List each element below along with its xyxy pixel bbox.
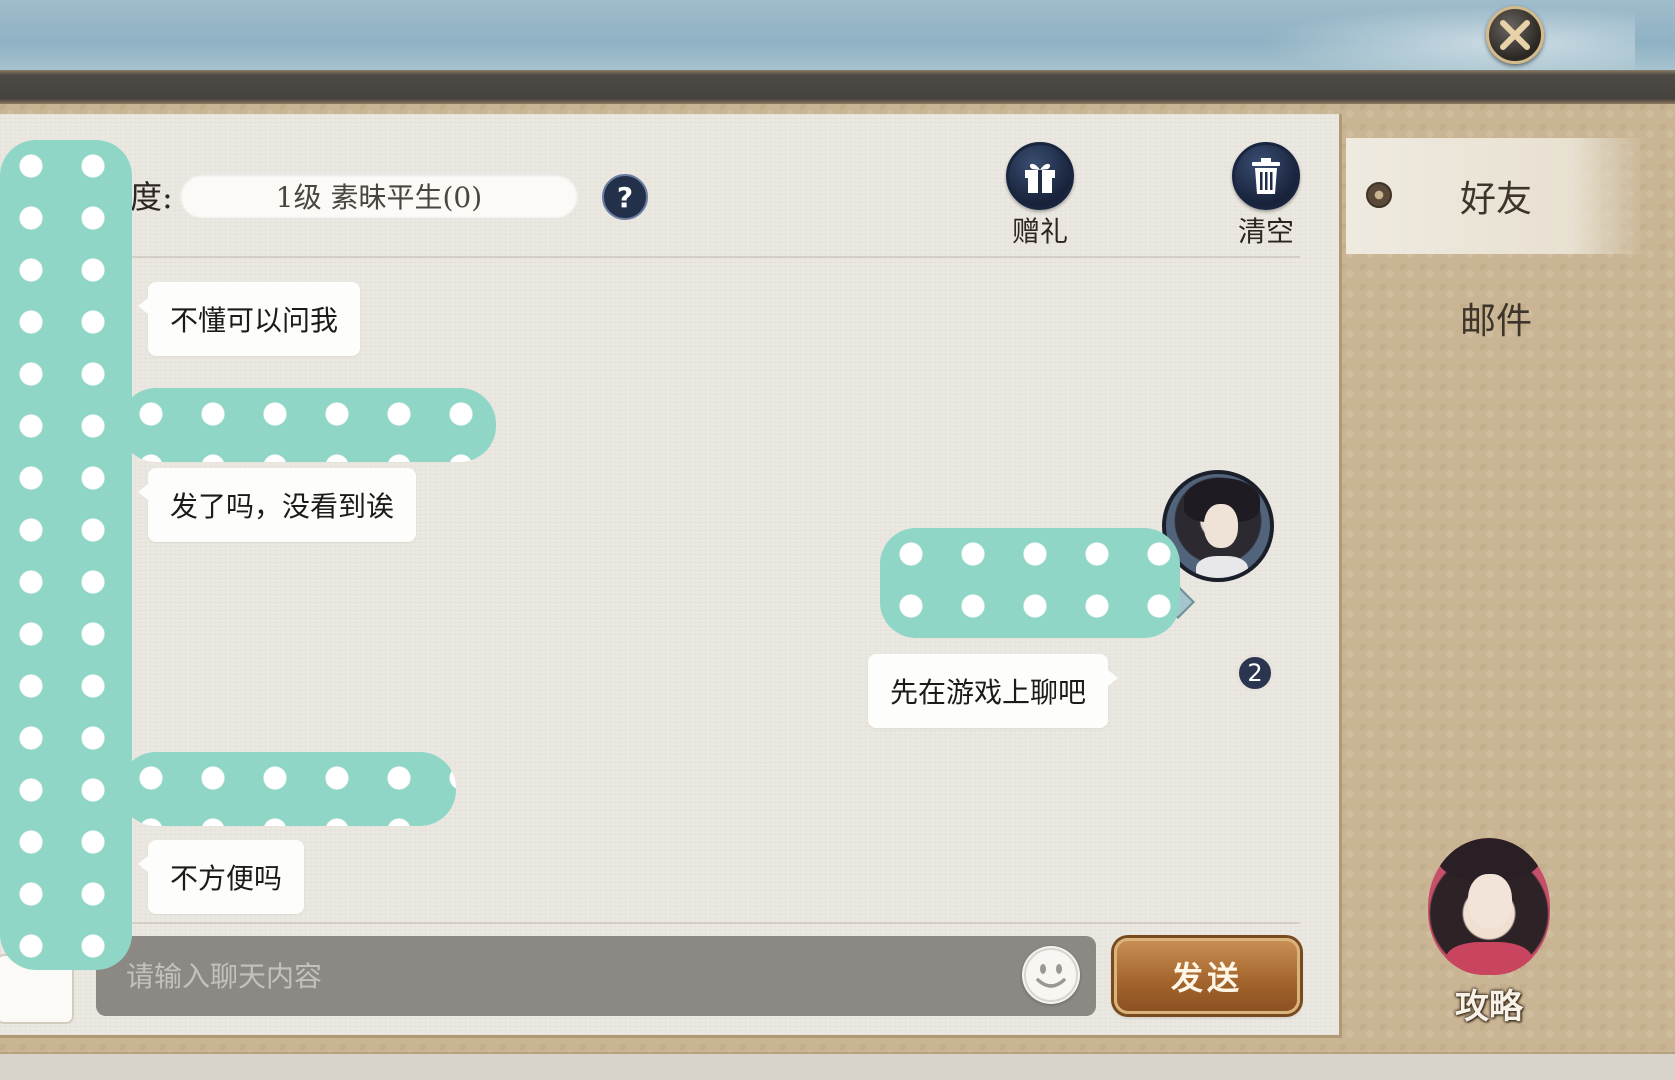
message-bubble: 发了吗，没看到诶 xyxy=(137,468,417,542)
gift-icon xyxy=(1025,163,1055,193)
help-icon: ? xyxy=(616,180,634,214)
send-button[interactable]: 发送 xyxy=(1114,938,1300,1014)
trash-icon xyxy=(1252,158,1280,194)
message-text: 先在游戏上聊吧 xyxy=(890,676,1087,709)
bottom-strip xyxy=(0,1052,1675,1080)
message-bubble-self: 先在游戏上聊吧 xyxy=(868,654,1119,728)
friendship-level-text: 1级 素昧平生(0) xyxy=(275,181,483,214)
avatar-face xyxy=(1204,504,1238,548)
friendship-level: 1级 素昧平生(0) xyxy=(180,174,578,218)
guide-face xyxy=(1468,874,1512,928)
smiley-icon xyxy=(1024,948,1078,1002)
guide-avatar xyxy=(1428,838,1550,975)
message-bubble: 不方便吗 xyxy=(137,840,305,914)
tab-mail-label: 邮件 xyxy=(1459,301,1532,342)
guide-label: 攻略 xyxy=(1455,987,1523,1027)
tab-mail[interactable]: 邮件 xyxy=(1346,260,1646,376)
redaction-overlay xyxy=(120,752,456,826)
chat-input[interactable] xyxy=(126,936,1006,1016)
clear-button[interactable]: 清空 xyxy=(1226,142,1306,252)
gift-label: 赠礼 xyxy=(1011,215,1068,248)
gift-button[interactable]: 赠礼 xyxy=(1000,142,1080,252)
message-text: 发了吗，没看到诶 xyxy=(170,490,395,523)
redaction-overlay xyxy=(0,140,132,970)
redaction-overlay xyxy=(120,388,496,462)
avatar-level-text: 2 xyxy=(1247,659,1263,687)
emoji-button[interactable] xyxy=(1022,946,1080,1004)
send-label: 发送 xyxy=(1170,959,1243,997)
header-divider xyxy=(128,256,1300,258)
top-banner xyxy=(0,0,1675,72)
gift-icon-circle xyxy=(1006,142,1074,210)
tab-active-indicator-icon xyxy=(1366,182,1392,208)
tab-friends-label: 好友 xyxy=(1459,179,1532,220)
clear-label: 清空 xyxy=(1237,215,1294,248)
close-button[interactable] xyxy=(1486,6,1544,64)
input-divider xyxy=(90,922,1300,924)
message-text: 不懂可以问我 xyxy=(170,304,339,337)
message-text: 不方便吗 xyxy=(170,862,283,895)
redaction-overlay xyxy=(880,528,1180,638)
guide-dress xyxy=(1446,942,1532,975)
trash-icon-circle xyxy=(1232,142,1300,210)
close-x-icon xyxy=(1500,20,1530,50)
help-button[interactable]: ? xyxy=(602,174,648,220)
cloud-decoration xyxy=(1215,0,1635,72)
avatar-level-badge: 2 xyxy=(1236,654,1274,692)
message-bubble: 不懂可以问我 xyxy=(137,282,361,356)
guide-button[interactable]: 攻略 xyxy=(1424,838,1554,1028)
title-bar xyxy=(0,70,1675,104)
chat-input-bar xyxy=(96,936,1096,1016)
chat-header: 友度: 1级 素昧平生(0) ? 赠礼 清空 xyxy=(0,114,1342,259)
